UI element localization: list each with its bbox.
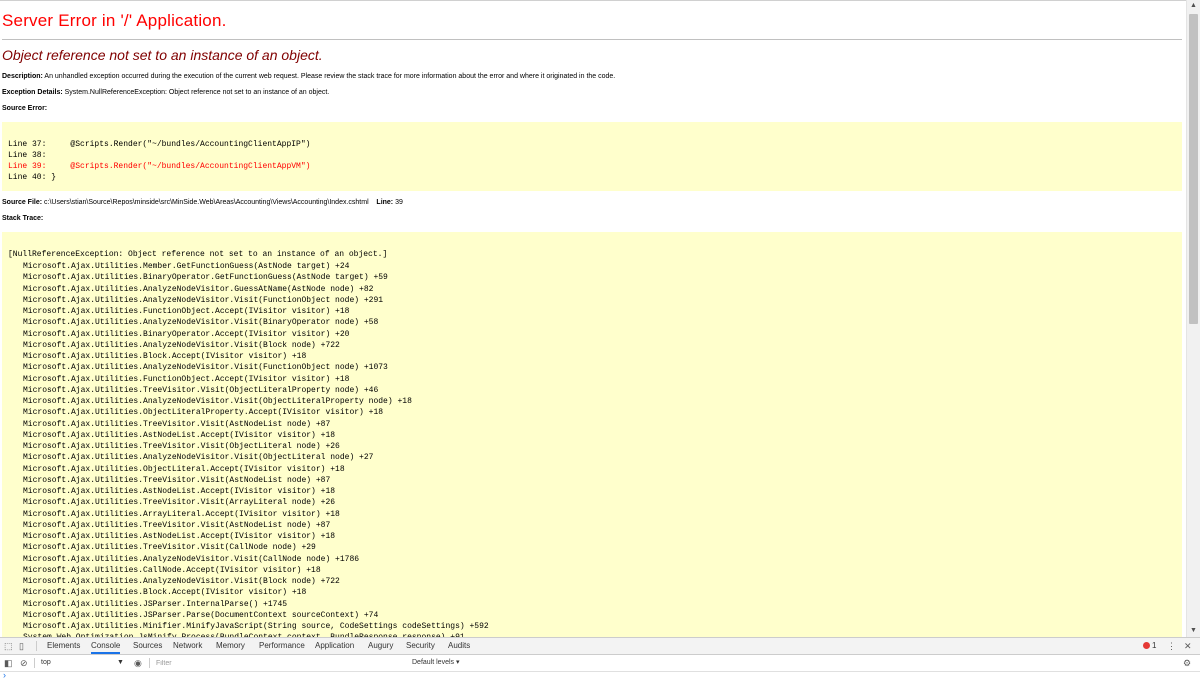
stack-exception-line: [NullReferenceException: Object referenc… — [8, 250, 388, 259]
settings-gear-icon[interactable]: ⚙ — [1183, 655, 1191, 671]
stack-frame: Microsoft.Ajax.Utilities.Minifier.Minify… — [23, 622, 489, 631]
toolbar-divider — [149, 658, 150, 668]
stack-frame: Microsoft.Ajax.Utilities.AnalyzeNodeVisi… — [23, 284, 374, 294]
source-error-label: Source Error: — [2, 105, 48, 112]
description: Description: An unhandled exception occu… — [2, 73, 615, 80]
line-label: Line: — [376, 199, 394, 206]
stack-frame: Microsoft.Ajax.Utilities.AstNodeList.Acc… — [23, 532, 336, 541]
page-title: Server Error in '/' Application. — [2, 11, 227, 30]
stack-frame: Microsoft.Ajax.Utilities.JSParser.Intern… — [23, 599, 288, 609]
tab-elements[interactable]: Elements — [47, 638, 80, 654]
exception-text: System.NullReferenceException: Object re… — [64, 89, 330, 96]
error-message: Object reference not set to an instance … — [2, 47, 323, 63]
stack-frame: Microsoft.Ajax.Utilities.TreeVisitor.Vis… — [23, 385, 379, 395]
source-error-box: Line 37: @Scripts.Render("~/bundles/Acco… — [2, 122, 1182, 191]
tab-sources[interactable]: Sources — [133, 638, 162, 654]
stack-frame: Microsoft.Ajax.Utilities.Member.GetFunct… — [23, 262, 350, 271]
console-filter-input[interactable] — [152, 657, 400, 669]
source-file-path: c:\Users\stian\Source\Repos\minside\src\… — [44, 199, 369, 206]
source-file: Source File: c:\Users\stian\Source\Repos… — [2, 199, 403, 206]
tab-network[interactable]: Network — [173, 638, 202, 654]
more-vert-icon[interactable]: ⋮ — [1167, 638, 1176, 654]
stack-frame: Microsoft.Ajax.Utilities.AnalyzeNodeVisi… — [23, 577, 340, 586]
tab-application[interactable]: Application — [315, 638, 354, 654]
stack-frame: Microsoft.Ajax.Utilities.AnalyzeNodeVisi… — [23, 363, 388, 373]
error-page: Server Error in '/' Application. Object … — [0, 0, 1186, 638]
stack-frame: Microsoft.Ajax.Utilities.ObjectLiteral.A… — [23, 464, 345, 474]
source-error-heading: Source Error: — [2, 105, 47, 112]
stack-frame: Microsoft.Ajax.Utilities.BinaryOperator.… — [23, 329, 350, 339]
source-line-38: Line 38: — [8, 151, 47, 160]
scroll-down-arrow-icon[interactable]: ▼ — [1190, 627, 1197, 635]
stack-frame: Microsoft.Ajax.Utilities.FunctionObject.… — [23, 374, 350, 384]
stack-frame: Microsoft.Ajax.Utilities.ObjectLiteralPr… — [23, 408, 384, 418]
inspect-element-icon[interactable]: ⬚ — [4, 638, 13, 654]
source-line-40: Line 40: } — [8, 173, 57, 182]
stack-frame: Microsoft.Ajax.Utilities.AnalyzeNodeVisi… — [23, 397, 412, 406]
line-number: 39 — [395, 199, 403, 206]
stack-frame: Microsoft.Ajax.Utilities.AnalyzeNodeVisi… — [23, 295, 384, 305]
device-toolbar-icon[interactable]: ▯ — [19, 638, 24, 654]
source-line-39-error: Line 39: @Scripts.Render("~/bundles/Acco… — [8, 162, 311, 171]
close-icon[interactable]: ✕ — [1184, 638, 1192, 654]
toolbar-divider — [34, 658, 35, 668]
stack-frame: Microsoft.Ajax.Utilities.TreeVisitor.Vis… — [23, 419, 331, 429]
context-selector[interactable]: top — [41, 655, 51, 671]
console-prompt: › — [3, 670, 6, 680]
stack-frame: Microsoft.Ajax.Utilities.Block.Accept(IV… — [23, 588, 307, 598]
tab-augury[interactable]: Augury — [368, 638, 393, 654]
tab-audits[interactable]: Audits — [448, 638, 470, 654]
stack-frame: Microsoft.Ajax.Utilities.CallNode.Accept… — [23, 565, 321, 575]
stack-frame: Microsoft.Ajax.Utilities.Block.Accept(IV… — [23, 352, 307, 361]
devtools-tab-bar: ⬚ ▯ Elements Console Sources Network Mem… — [0, 638, 1200, 655]
scroll-up-arrow-icon[interactable]: ▲ — [1190, 2, 1197, 10]
tab-security[interactable]: Security — [406, 638, 435, 654]
stack-frame: Microsoft.Ajax.Utilities.AstNodeList.Acc… — [23, 487, 336, 496]
console-sidebar-icon[interactable]: ◧ — [4, 655, 13, 671]
stack-frame-list: Microsoft.Ajax.Utilities.Member.GetFunct… — [23, 261, 489, 638]
stack-frame: Microsoft.Ajax.Utilities.AnalyzeNodeVisi… — [23, 340, 340, 350]
toolbar-divider — [36, 641, 37, 651]
stack-frame: Microsoft.Ajax.Utilities.AnalyzeNodeVisi… — [23, 554, 360, 564]
tab-performance[interactable]: Performance — [259, 638, 305, 654]
tab-console[interactable]: Console — [91, 638, 121, 654]
stack-frame: Microsoft.Ajax.Utilities.TreeVisitor.Vis… — [23, 543, 316, 553]
stack-frame: Microsoft.Ajax.Utilities.FunctionObject.… — [23, 307, 350, 316]
scrollbar-thumb[interactable] — [1189, 14, 1198, 324]
clear-console-icon[interactable]: ⊘ — [20, 655, 28, 671]
error-count-badge[interactable]: 1 — [1143, 638, 1156, 654]
source-line-37: Line 37: @Scripts.Render("~/bundles/Acco… — [8, 140, 311, 149]
stack-frame: Microsoft.Ajax.Utilities.ArrayLiteral.Ac… — [23, 509, 340, 519]
stack-frame: Microsoft.Ajax.Utilities.TreeVisitor.Vis… — [23, 442, 340, 451]
exception-details: Exception Details: System.NullReferenceE… — [2, 89, 329, 96]
live-expression-eye-icon[interactable]: ◉ — [134, 655, 142, 671]
context-dropdown-arrow-icon[interactable]: ▼ — [117, 655, 124, 671]
stack-frame: Microsoft.Ajax.Utilities.TreeVisitor.Vis… — [23, 498, 336, 508]
error-dot-icon — [1143, 642, 1150, 649]
stack-frame: Microsoft.Ajax.Utilities.TreeVisitor.Vis… — [23, 520, 331, 530]
stack-trace-box: [NullReferenceException: Object referenc… — [2, 232, 1182, 638]
error-count: 1 — [1152, 641, 1157, 650]
description-text: An unhandled exception occurred during t… — [44, 73, 616, 80]
console-toolbar: ◧ ⊘ top ▼ ◉ Default levels ▾ ⚙ — [0, 655, 1200, 672]
devtools-panel: ⬚ ▯ Elements Console Sources Network Mem… — [0, 637, 1200, 683]
stack-frame: Microsoft.Ajax.Utilities.AnalyzeNodeVisi… — [23, 318, 379, 328]
console-prompt-line[interactable]: › — [0, 670, 1200, 683]
stack-trace-label: Stack Trace: — [2, 215, 44, 222]
stack-frame: Microsoft.Ajax.Utilities.BinaryOperator.… — [23, 273, 388, 283]
page-scrollbar[interactable]: ▲ ▼ — [1186, 0, 1200, 637]
source-file-label: Source File: — [2, 199, 43, 206]
stack-trace-heading: Stack Trace: — [2, 215, 43, 222]
tab-memory[interactable]: Memory — [216, 638, 245, 654]
stack-frame: Microsoft.Ajax.Utilities.TreeVisitor.Vis… — [23, 475, 331, 485]
stack-frame: Microsoft.Ajax.Utilities.JSParser.Parse(… — [23, 610, 379, 620]
stack-frame: Microsoft.Ajax.Utilities.AnalyzeNodeVisi… — [23, 453, 374, 463]
exception-label: Exception Details: — [2, 89, 63, 96]
stack-frame: Microsoft.Ajax.Utilities.AstNodeList.Acc… — [23, 430, 336, 440]
title-divider — [2, 39, 1182, 40]
description-label: Description: — [2, 73, 43, 80]
log-levels-dropdown[interactable]: Default levels ▾ — [412, 655, 459, 671]
